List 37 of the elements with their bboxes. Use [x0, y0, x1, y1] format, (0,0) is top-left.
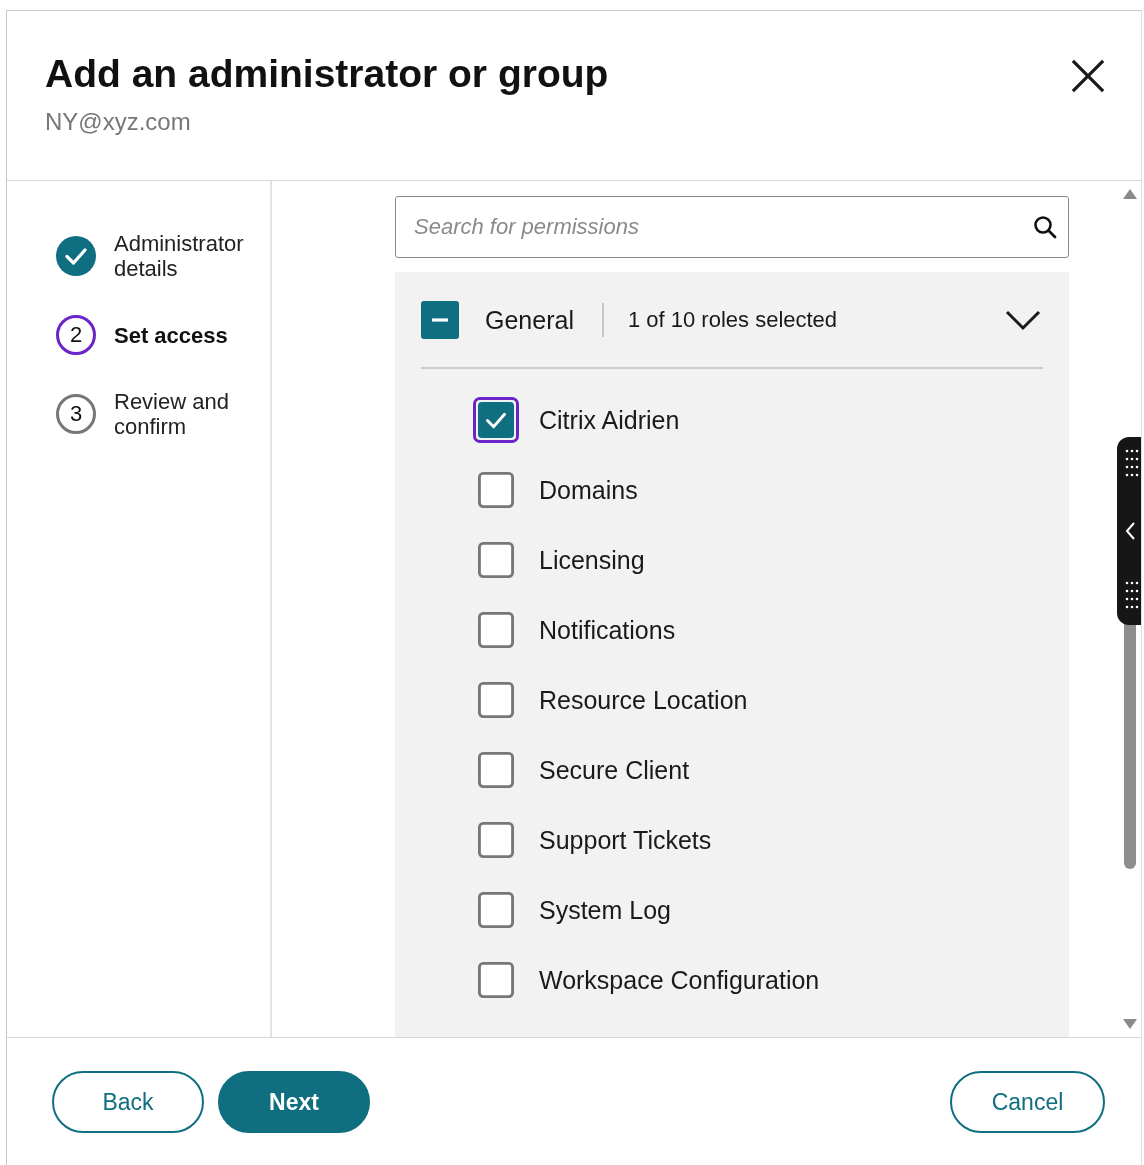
checkbox[interactable]	[478, 892, 514, 928]
scroll-down-icon[interactable]	[1123, 1019, 1137, 1029]
checkbox[interactable]	[478, 542, 514, 578]
step-number: 2	[56, 315, 96, 355]
step-number: 3	[56, 394, 96, 434]
close-icon[interactable]	[1071, 59, 1105, 93]
selection-summary: 1 of 10 roles selected	[627, 307, 839, 333]
dialog-title: Add an administrator or group	[45, 51, 609, 97]
next-button[interactable]: Next	[218, 1071, 370, 1133]
checkbox[interactable]	[478, 962, 514, 998]
role-label: System Log	[539, 895, 671, 925]
checkbox[interactable]	[478, 822, 514, 858]
role-label: Secure Client	[539, 755, 690, 785]
dialog-subtitle: NY@xyz.com	[45, 107, 192, 137]
role-label: Support Tickets	[539, 825, 712, 855]
scroll-up-icon[interactable]	[1123, 189, 1137, 199]
outline-button[interactable]: Cancel	[950, 1071, 1105, 1133]
role-label: Citrix Aidrien	[539, 405, 680, 435]
role-label: Workspace Configuration	[539, 965, 820, 995]
search-field[interactable]: Search for permissions	[395, 196, 1069, 258]
search-icon[interactable]	[1033, 215, 1057, 239]
role-label: Licensing	[539, 545, 645, 575]
checkbox[interactable]	[478, 682, 514, 718]
side-handle-drawing[interactable]	[1117, 437, 1141, 625]
step-label: Administrator details	[114, 231, 245, 281]
checkbox[interactable]	[478, 612, 514, 648]
role-label: Resource Location	[539, 685, 748, 715]
partial-checkbox[interactable]	[421, 301, 459, 339]
step-label: Review and confirm	[114, 389, 230, 439]
chevron-icon[interactable]	[1005, 309, 1041, 331]
group-name: General	[485, 305, 574, 335]
step-label: Set access	[114, 322, 229, 348]
outline-button[interactable]: Back	[52, 1071, 204, 1133]
checkbox[interactable]	[478, 752, 514, 788]
role-label: Notifications	[539, 615, 676, 645]
role-label: Domains	[539, 475, 638, 505]
checkbox[interactable]	[478, 472, 514, 508]
